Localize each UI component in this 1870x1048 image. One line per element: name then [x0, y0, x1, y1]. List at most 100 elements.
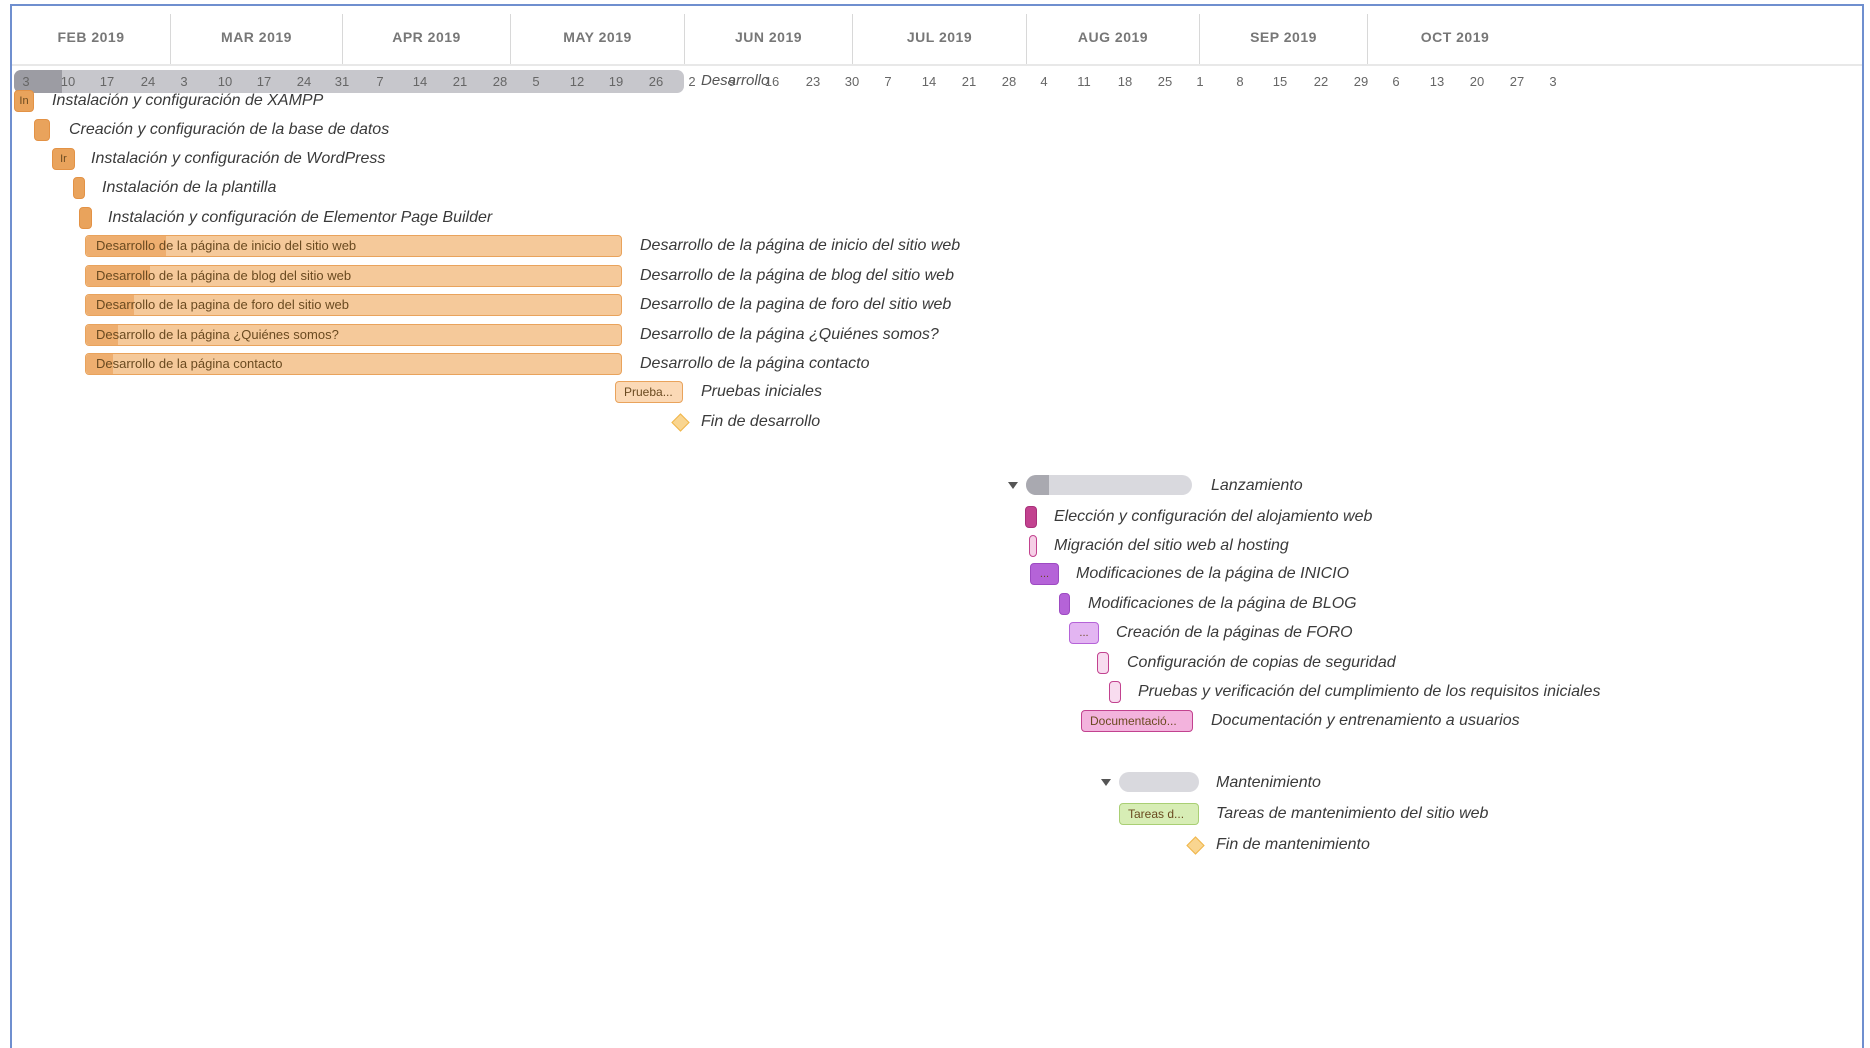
task-bar[interactable]: ...: [1030, 563, 1059, 585]
task-bar-text: Prueba...: [624, 385, 673, 399]
task-bar-text: Desarrollo de la página contacto: [96, 356, 283, 371]
timeline-week-label: 17: [99, 74, 115, 89]
timeline-week-label: 7: [376, 74, 384, 89]
task-name-label: Tareas de mantenimiento del sitio web: [1216, 805, 1489, 822]
timeline-week-label: 14: [921, 74, 937, 89]
timeline-week-label: 11: [1077, 74, 1091, 89]
task-name-label: Lanzamiento: [1211, 477, 1303, 494]
task-bar[interactable]: Desarrollo de la página contacto: [85, 353, 622, 375]
timeline-month-label: JUL 2019: [852, 14, 1026, 64]
gantt-chart-frame: FEB 2019 MAR 2019 APR 2019 MAY 2019 JUN 2019…: [10, 4, 1864, 1048]
timeline-week-label: 20: [1469, 74, 1485, 89]
timeline-month-label: APR 2019: [342, 14, 510, 64]
task-name-label: Modificaciones de la página de BLOG: [1088, 595, 1357, 612]
timeline-header-separator: [12, 64, 1862, 66]
timeline-week-label: 13: [1429, 74, 1445, 89]
task-bar-text: Desarrollo de la página de blog del siti…: [96, 268, 352, 283]
group-summary-bar[interactable]: [1026, 475, 1192, 495]
group-progress-fill: [1026, 475, 1050, 495]
task-bar-text: Desarrollo de la página ¿Quiénes somos?: [96, 327, 339, 342]
timeline-week-label: 28: [1001, 74, 1017, 89]
timeline-week-label: 28: [492, 74, 508, 89]
milestone-diamond[interactable]: [671, 413, 690, 432]
task-bar[interactable]: [1025, 506, 1037, 528]
timeline-week-label: 26: [648, 74, 664, 89]
timeline-week-label: 23: [805, 74, 821, 89]
milestone-diamond[interactable]: [1186, 836, 1205, 855]
timeline-week-label: 12: [569, 74, 585, 89]
group-summary-bar[interactable]: [1119, 772, 1199, 792]
task-bar[interactable]: [34, 119, 50, 141]
timeline-week-label: 4: [1040, 74, 1048, 89]
task-bar[interactable]: Documentació...: [1081, 710, 1193, 732]
task-name-label: Fin de mantenimiento: [1216, 836, 1370, 853]
task-bar[interactable]: [79, 207, 92, 229]
timeline-month-label: MAR 2019: [170, 14, 342, 64]
task-bar[interactable]: Desarrollo de la pagina de foro del siti…: [85, 294, 622, 316]
task-name-label: Desarrollo de la página contacto: [640, 355, 870, 372]
task-name-label: Creación de la páginas de FORO: [1116, 624, 1353, 641]
task-bar[interactable]: Ir: [52, 148, 75, 170]
task-name-label: Instalación y configuración de XAMPP: [52, 92, 324, 109]
task-bar[interactable]: [73, 177, 85, 199]
timeline-month-label: MAY 2019: [510, 14, 684, 64]
timeline-week-label: 2: [688, 74, 696, 89]
timeline-week-label: 5: [532, 74, 540, 89]
task-bar[interactable]: [1059, 593, 1070, 615]
task-bar-text: Tareas d...: [1128, 807, 1185, 821]
task-name-label: Desarrollo de la página ¿Quiénes somos?: [640, 326, 939, 343]
task-bar[interactable]: Tareas d...: [1119, 803, 1199, 825]
timeline-week-label: 25: [1157, 74, 1173, 89]
task-name-label: Desarrollo de la pagina de foro del siti…: [640, 296, 952, 313]
task-name-label: Instalación y configuración de WordPress: [91, 150, 386, 167]
task-name-label: Desarrollo de la página de inicio del si…: [640, 237, 961, 254]
timeline-week-label: 19: [608, 74, 624, 89]
task-bar[interactable]: Desarrollo de la página de blog del siti…: [85, 265, 622, 287]
task-name-label: Instalación y configuración de Elementor…: [108, 209, 493, 226]
task-name-label: Configuración de copias de seguridad: [1127, 654, 1396, 671]
timeline-week-label: 3: [22, 74, 30, 89]
task-name-label: Migración del sitio web al hosting: [1054, 537, 1289, 554]
timeline-month-label: FEB 2019: [57, 29, 125, 45]
timeline-week-label: 15: [1272, 74, 1288, 89]
task-bar[interactable]: [1097, 652, 1109, 674]
timeline-week-label: 21: [961, 74, 977, 89]
collapse-toggle-icon[interactable]: [1101, 779, 1111, 786]
timeline-week-label: 3: [1549, 74, 1557, 89]
task-bar-text: Documentació...: [1090, 714, 1177, 728]
collapse-toggle-icon[interactable]: [1008, 482, 1018, 489]
task-bar[interactable]: Prueba...: [615, 381, 683, 403]
task-name-label: Pruebas y verificación del cumplimiento …: [1138, 683, 1601, 700]
timeline-week-label: 3: [180, 74, 188, 89]
timeline-week-label: 10: [60, 74, 76, 89]
timeline-week-label: 31: [334, 74, 350, 89]
timeline-week-label: 1: [1196, 74, 1204, 89]
task-bar[interactable]: Desarrollo de la página ¿Quiénes somos?: [85, 324, 622, 346]
timeline-week-label: 6: [1392, 74, 1400, 89]
timeline-week-label: 21: [452, 74, 468, 89]
timeline-week-label: 24: [296, 74, 312, 89]
task-bar[interactable]: [1109, 681, 1121, 703]
task-name-label: Elección y configuración del alojamiento…: [1054, 508, 1373, 525]
task-bar-text: Desarrollo de la pagina de foro del siti…: [96, 297, 349, 312]
timeline-week-label: 10: [217, 74, 233, 89]
task-bar-text: Desarrollo de la página de inicio del si…: [96, 238, 357, 253]
task-name-label: Instalación de la plantilla: [102, 179, 277, 196]
collapsed-phase-label: Desarrollo: [701, 72, 770, 89]
task-bar[interactable]: In: [14, 90, 34, 112]
task-bar[interactable]: [1029, 535, 1037, 557]
task-name-label: Mantenimiento: [1216, 774, 1321, 791]
timeline-month-label: JUN 2019: [684, 14, 852, 64]
timeline-week-label: 17: [256, 74, 272, 89]
timeline-week-label: 24: [140, 74, 156, 89]
timeline-month-label: AUG 2019: [1026, 14, 1199, 64]
timeline-month-label: SEP 2019: [1199, 14, 1367, 64]
task-bar[interactable]: Desarrollo de la página de inicio del si…: [85, 235, 622, 257]
timeline-week-label: 14: [412, 74, 428, 89]
task-bar[interactable]: ...: [1069, 622, 1099, 644]
timeline-week-label: 27: [1509, 74, 1525, 89]
task-name-label: Documentación y entrenamiento a usuarios: [1211, 712, 1520, 729]
task-name-label: Desarrollo de la página de blog del siti…: [640, 267, 954, 284]
task-name-label: Modificaciones de la página de INICIO: [1076, 565, 1350, 582]
task-bar-text: ...: [1039, 568, 1050, 580]
